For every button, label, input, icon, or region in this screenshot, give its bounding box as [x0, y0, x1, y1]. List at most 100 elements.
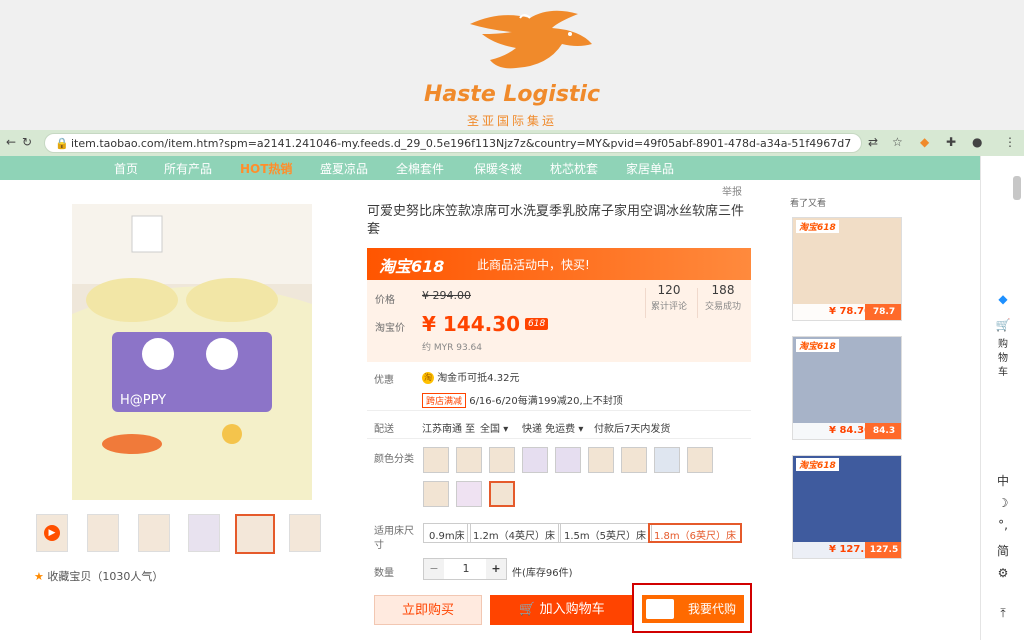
color-option-6[interactable] — [588, 447, 614, 473]
color-option-8[interactable] — [654, 447, 680, 473]
thumbnail-4[interactable] — [188, 514, 220, 552]
brand-name: Haste Logistic — [423, 82, 601, 107]
profile-icon[interactable]: ● — [972, 135, 982, 149]
thumbnail-5-selected[interactable] — [235, 514, 275, 554]
nav-item-home-goods[interactable]: 家居单品 — [626, 160, 674, 177]
price-box: 价格 ¥ 294.00 淘宝价 ¥ 144.30 618 约 MYR 93.64… — [367, 280, 751, 362]
add-to-cart-button[interactable]: 🛒 加入购物车 — [490, 595, 634, 625]
coin-icon: 淘 — [422, 372, 434, 384]
quantity-label: 数量 — [374, 568, 394, 579]
cart-sidebar-button[interactable]: 🛒 — [981, 318, 1024, 332]
color-option-12-selected[interactable] — [489, 481, 515, 507]
right-sidebar: ◆ 🛒 购物车 中 ☽ °, 简 ⚙ ⤒ — [980, 156, 1024, 640]
gear-icon[interactable]: ⚙ — [981, 566, 1024, 580]
agent-purchase-highlight: 我要代购 — [632, 583, 752, 633]
buy-now-button[interactable]: 立即购买 — [374, 595, 482, 625]
rabbit-logo-icon — [470, 10, 592, 69]
taobao-618-tag: 淘宝618 — [796, 339, 839, 352]
thumbnail-2[interactable] — [87, 514, 119, 552]
nav-item-cotton[interactable]: 全棉套件 — [396, 160, 444, 177]
qty-input[interactable]: 1 — [444, 559, 488, 579]
coin-offer: 淘 淘金币可抵4.32元 — [422, 372, 520, 384]
ime-punct[interactable]: °, — [981, 518, 1024, 532]
browser-toolbar: ← ↻ 🔒 item.taobao.com/item.htm?spm=a2141… — [0, 130, 1024, 156]
color-option-2[interactable] — [456, 447, 482, 473]
offer-label: 优惠 — [374, 375, 394, 386]
qty-plus-button[interactable]: + — [486, 559, 506, 579]
taobao-618-tag: 淘宝618 — [796, 458, 839, 471]
nav-item-summer[interactable]: 盛夏凉品 — [320, 160, 368, 177]
translate-icon[interactable]: ⇄ — [868, 135, 878, 149]
color-option-7[interactable] — [621, 447, 647, 473]
reviews-stat[interactable]: 120 累计评论 — [643, 283, 695, 312]
taobao-618-tag: 淘宝618 — [796, 220, 839, 233]
size-label: 适用床尺寸 — [374, 526, 414, 551]
chat-icon[interactable]: ◆ — [981, 292, 1024, 306]
thumbnail-video[interactable]: ▶ — [36, 514, 68, 552]
cart-icon: 🛒 — [519, 602, 536, 617]
recommend-badge-price: 84.3 — [865, 423, 901, 439]
scrollbar-thumb[interactable] — [1013, 176, 1021, 200]
report-link[interactable]: 举报 — [722, 183, 742, 198]
ship-from: 江苏南通 至 — [422, 424, 476, 435]
taobao-618-logo: 淘宝618 — [379, 257, 445, 276]
stock-text: 件(库存96件) — [512, 568, 573, 579]
color-option-11[interactable] — [456, 481, 482, 507]
agent-purchase-button[interactable]: 我要代购 — [642, 595, 744, 623]
nav-item-pillow[interactable]: 枕芯枕套 — [550, 160, 598, 177]
ime-chinese[interactable]: 中 — [981, 472, 1024, 489]
chevron-down-icon: ▾ — [503, 424, 509, 435]
recommend-item-2[interactable]: 淘宝618 ¥ 84.30 84.3 — [792, 336, 902, 440]
menu-dots-icon[interactable]: ⋮ — [1004, 135, 1016, 149]
size-option-1.5m[interactable]: 1.5m（5英尺）床 — [558, 523, 653, 543]
url-text[interactable]: item.taobao.com/item.htm?spm=a2141.24104… — [71, 137, 851, 150]
favorite-link[interactable]: ★ 收藏宝贝（1030人气） — [34, 568, 163, 584]
cross-store-offer: 跨店满减 6/16-6/20每满199减20,上不封顶 — [422, 392, 623, 408]
color-option-9[interactable] — [687, 447, 713, 473]
recommend-badge-price: 127.5 — [865, 542, 901, 558]
recommend-item-3[interactable]: 淘宝618 ¥ 127.50 127.5 — [792, 455, 902, 559]
product-main-image[interactable]: H@PPY 🔍 — [72, 204, 312, 500]
ship-to-dropdown[interactable]: 全国 ▾ — [480, 420, 508, 435]
back-arrow-icon[interactable]: ← — [6, 135, 16, 149]
cart-icon: 🛒 — [995, 318, 1011, 332]
promo-banner: 淘宝618 此商品活动中，快买! — [367, 248, 751, 280]
color-option-10[interactable] — [423, 481, 449, 507]
extensions-puzzle-icon[interactable]: ✚ — [946, 135, 956, 149]
extension-rabbit-icon[interactable]: ◆ — [920, 135, 929, 149]
color-option-1[interactable] — [423, 447, 449, 473]
thumbnail-6[interactable] — [289, 514, 321, 552]
shipping-label: 配送 — [374, 424, 394, 435]
moon-icon[interactable]: ☽ — [981, 496, 1024, 510]
nav-item-home[interactable]: 首页 — [114, 160, 138, 177]
qty-minus-button[interactable]: − — [424, 559, 444, 579]
promo-text: 此商品活动中，快买! — [477, 258, 590, 272]
size-option-1.2m[interactable]: 1.2m（4英尺）床 — [467, 523, 562, 543]
color-option-5[interactable] — [555, 447, 581, 473]
back-to-top-icon[interactable]: ⤒ — [981, 606, 1024, 621]
address-bar[interactable]: 🔒 item.taobao.com/item.htm?spm=a2141.241… — [44, 133, 862, 153]
nav-item-hot[interactable]: HOT热销 — [240, 160, 292, 177]
size-option-0.9m[interactable]: 0.9m床 — [423, 523, 471, 543]
recommend-badge-price: 78.7 — [865, 304, 901, 320]
ship-fee-dropdown[interactable]: 快递 免运费 ▾ — [522, 420, 583, 435]
haste-banner: Haste Logistic 圣亚国际集运 — [0, 0, 1024, 130]
taobao-price-label: 淘宝价 — [375, 323, 405, 334]
nav-item-winter[interactable]: 保暖冬被 — [474, 160, 522, 177]
haste-logo-icon — [646, 599, 674, 619]
color-option-3[interactable] — [489, 447, 515, 473]
myr-price: 约 MYR 93.64 — [422, 343, 483, 353]
color-option-4[interactable] — [522, 447, 548, 473]
shop-nav: 首页 所有产品 HOT热销 盛夏凉品 全棉套件 保暖冬被 枕芯枕套 家居单品 — [0, 156, 980, 180]
thumbnail-3[interactable] — [138, 514, 170, 552]
star-icon: ★ — [34, 570, 44, 583]
size-option-1.8m-selected[interactable]: 1.8m（6英尺）床 — [648, 523, 743, 543]
reload-icon[interactable]: ↻ — [22, 135, 32, 149]
current-price: ¥ 144.30 — [422, 312, 521, 336]
recommend-item-1[interactable]: 淘宝618 ¥ 78.70 78.7 — [792, 217, 902, 321]
star-icon[interactable]: ☆ — [892, 135, 903, 149]
cross-store-tag: 跨店满减 — [422, 393, 467, 408]
ime-simplified[interactable]: 简 — [981, 542, 1024, 559]
nav-item-all-products[interactable]: 所有产品 — [164, 160, 212, 177]
svg-text:H@PPY: H@PPY — [120, 393, 166, 408]
